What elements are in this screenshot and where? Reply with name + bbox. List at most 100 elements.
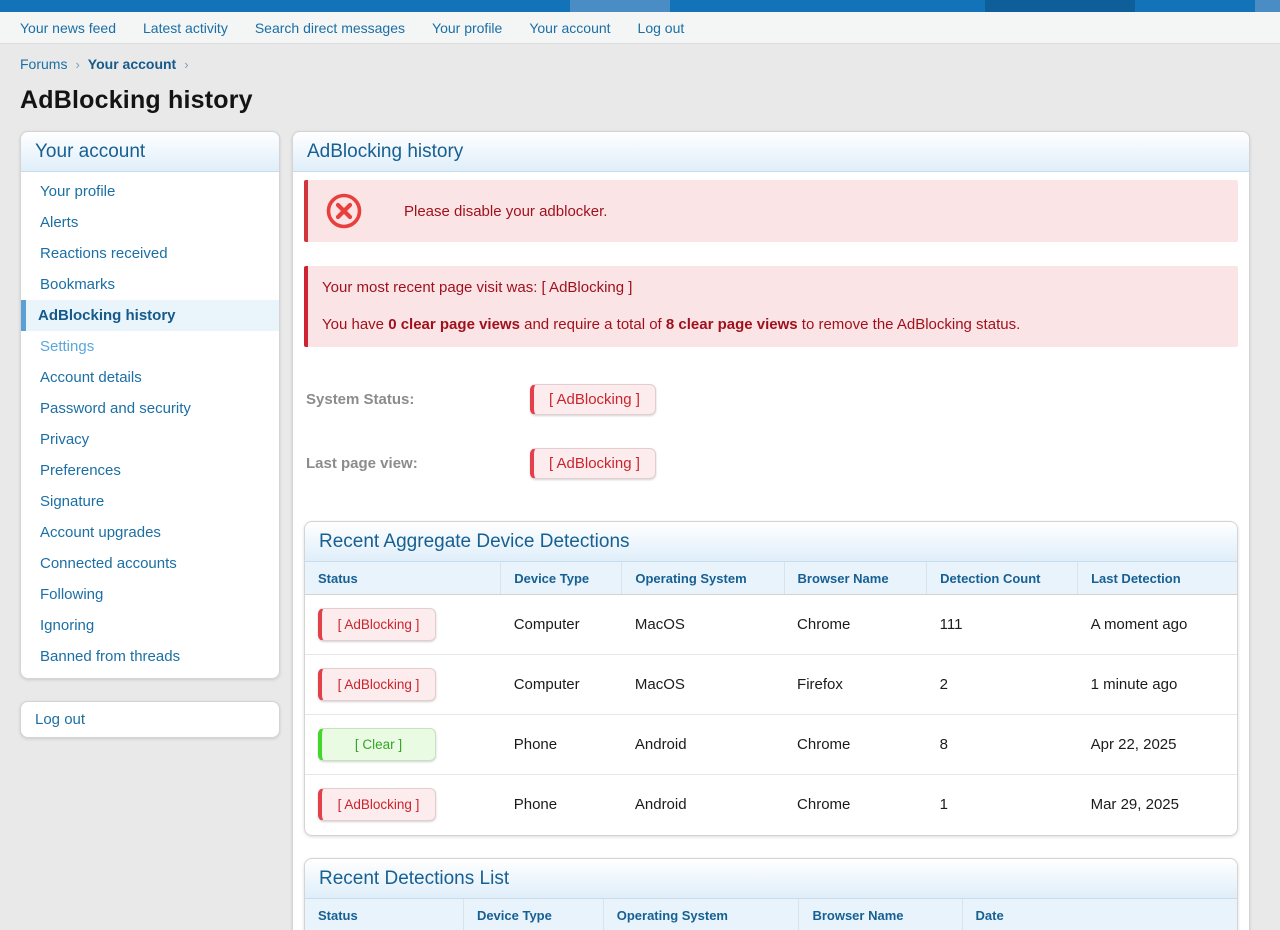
col-browser-name: Browser Name	[799, 899, 962, 930]
sidebar-item-settings[interactable]: Settings	[21, 331, 279, 362]
status-summary: System Status: [ AdBlocking ] Last page …	[304, 383, 1238, 479]
page-container: Forums › Your account › AdBlocking histo…	[0, 56, 1280, 930]
chevron-right-icon: ›	[184, 57, 188, 72]
col-status: Status	[305, 899, 463, 930]
recent-detections-title: Recent Detections List	[305, 859, 1237, 899]
strip-segment	[1255, 0, 1280, 12]
nav-your-account[interactable]: Your account	[529, 20, 610, 36]
chevron-right-icon: ›	[75, 57, 79, 72]
system-status-badge: [ AdBlocking ]	[530, 384, 656, 415]
aggregate-detections-panel: Recent Aggregate Device Detections Statu…	[304, 521, 1238, 836]
recent-detections-table: Status Device Type Operating System Brow…	[305, 899, 1237, 930]
cell-operating-system: MacOS	[622, 595, 784, 655]
col-operating-system: Operating System	[622, 562, 784, 595]
cell-operating-system: MacOS	[622, 655, 784, 715]
sidebar-item-following[interactable]: Following	[21, 579, 279, 610]
col-device-type: Device Type	[501, 562, 622, 595]
col-device-type: Device Type	[463, 899, 603, 930]
col-browser-name: Browser Name	[784, 562, 927, 595]
nav-your-profile[interactable]: Your profile	[432, 20, 502, 36]
status-badge: [ AdBlocking ]	[318, 608, 436, 641]
sidebar-title: Your account	[21, 132, 279, 172]
sidebar-item-reactions-received[interactable]: Reactions received	[21, 238, 279, 269]
sidebar-item-account-details[interactable]: Account details	[21, 362, 279, 393]
sidebar-item-connected-accounts[interactable]: Connected accounts	[21, 548, 279, 579]
last-page-view-badge: [ AdBlocking ]	[530, 448, 656, 479]
col-operating-system: Operating System	[603, 899, 799, 930]
breadcrumb: Forums › Your account ›	[20, 56, 1250, 72]
breadcrumb-your-account[interactable]: Your account	[88, 56, 176, 72]
aggregate-detections-title: Recent Aggregate Device Detections	[305, 522, 1237, 562]
text: You have	[322, 316, 388, 333]
sidebar-item-alerts[interactable]: Alerts	[21, 207, 279, 238]
strip-segment	[1135, 0, 1255, 12]
table-row: [ AdBlocking ] Computer MacOS Chrome 111…	[305, 595, 1237, 655]
system-status-label: System Status:	[306, 391, 530, 408]
sidebar-item-privacy[interactable]: Privacy	[21, 424, 279, 455]
col-last-detection: Last Detection	[1078, 562, 1237, 595]
top-navbar: Your news feed Latest activity Search di…	[0, 12, 1280, 44]
cell-last-detection: A moment ago	[1078, 595, 1237, 655]
sidebar-item-banned-from-threads[interactable]: Banned from threads	[21, 641, 279, 672]
cell-detection-count: 8	[927, 715, 1078, 775]
nav-your-news-feed[interactable]: Your news feed	[20, 20, 116, 36]
cell-last-detection: 1 minute ago	[1078, 655, 1237, 715]
sidebar-item-signature[interactable]: Signature	[21, 486, 279, 517]
main-panel: AdBlocking history Please disable your a…	[292, 131, 1250, 930]
status-badge: [ AdBlocking ]	[318, 668, 436, 701]
nav-latest-activity[interactable]: Latest activity	[143, 20, 228, 36]
sidebar-item-preferences[interactable]: Preferences	[21, 455, 279, 486]
aggregate-detections-table: Status Device Type Operating System Brow…	[305, 562, 1237, 835]
nav-search-direct-messages[interactable]: Search direct messages	[255, 20, 405, 36]
cell-operating-system: Android	[622, 775, 784, 835]
recent-detections-panel: Recent Detections List Status Device Typ…	[304, 858, 1238, 930]
logout-panel: Log out	[20, 701, 280, 738]
error-circle-x-icon	[324, 191, 364, 231]
breadcrumb-forums[interactable]: Forums	[20, 56, 67, 72]
text: and require a total of	[520, 316, 666, 333]
table-row: [ Clear ] Phone Android Chrome 8 Apr 22,…	[305, 715, 1237, 775]
col-date: Date	[962, 899, 1237, 930]
main-panel-title: AdBlocking history	[293, 132, 1249, 172]
page-title: AdBlocking history	[20, 86, 1250, 115]
last-page-view-row: Last page view: [ AdBlocking ]	[306, 447, 1238, 479]
sidebar-item-password-and-security[interactable]: Password and security	[21, 393, 279, 424]
sidebar-item-account-upgrades[interactable]: Account upgrades	[21, 517, 279, 548]
cell-detection-count: 1	[927, 775, 1078, 835]
adblock-error-notice: Please disable your adblocker.	[304, 180, 1238, 242]
table-row: [ AdBlocking ] Computer MacOS Firefox 2 …	[305, 655, 1237, 715]
sidebar-item-ignoring[interactable]: Ignoring	[21, 610, 279, 641]
table-header-row: Status Device Type Operating System Brow…	[305, 562, 1237, 595]
cell-device-type: Computer	[501, 595, 622, 655]
browser-chrome-strip	[0, 0, 1280, 12]
last-page-view-label: Last page view:	[306, 455, 530, 472]
cell-browser-name: Chrome	[784, 775, 927, 835]
table-row: [ AdBlocking ] Phone Android Chrome 1 Ma…	[305, 775, 1237, 835]
strip-segment	[0, 0, 570, 12]
status-badge: [ AdBlocking ]	[318, 788, 436, 821]
logout-link[interactable]: Log out	[21, 702, 279, 737]
col-status: Status	[305, 562, 501, 595]
strip-segment	[570, 0, 670, 12]
recent-visit-line: Your most recent page visit was: [ AdBlo…	[322, 277, 1224, 299]
sidebar-item-adblocking-history[interactable]: AdBlocking history	[21, 300, 279, 331]
system-status-row: System Status: [ AdBlocking ]	[306, 383, 1238, 415]
cell-detection-count: 2	[927, 655, 1078, 715]
cell-browser-name: Firefox	[784, 655, 927, 715]
cell-last-detection: Apr 22, 2025	[1078, 715, 1237, 775]
error-message: Please disable your adblocker.	[404, 203, 607, 220]
sidebar-nav: Your profile Alerts Reactions received B…	[21, 172, 279, 678]
nav-log-out[interactable]: Log out	[638, 20, 685, 36]
cell-device-type: Computer	[501, 655, 622, 715]
sidebar-item-your-profile[interactable]: Your profile	[21, 176, 279, 207]
text: to remove the AdBlocking status.	[798, 316, 1021, 333]
cell-device-type: Phone	[501, 715, 622, 775]
clear-page-views-line: You have 0 clear page views and require …	[322, 314, 1224, 336]
col-detection-count: Detection Count	[927, 562, 1078, 595]
clear-views-current: 0 clear page views	[388, 316, 520, 333]
cell-last-detection: Mar 29, 2025	[1078, 775, 1237, 835]
sidebar-item-bookmarks[interactable]: Bookmarks	[21, 269, 279, 300]
table-header-row: Status Device Type Operating System Brow…	[305, 899, 1237, 930]
strip-segment	[670, 0, 985, 12]
cell-device-type: Phone	[501, 775, 622, 835]
